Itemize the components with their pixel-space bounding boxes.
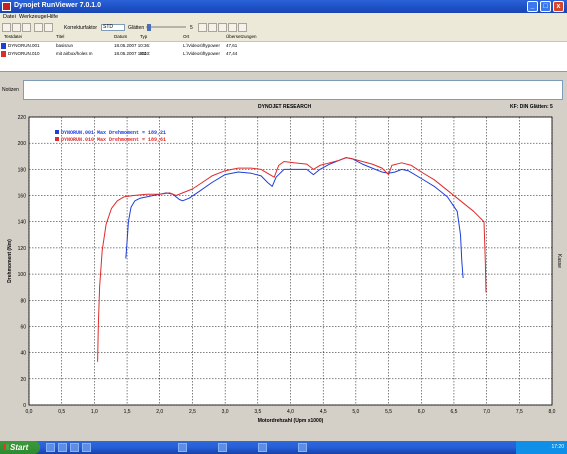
x-tick-label: 3,5 bbox=[254, 409, 261, 415]
taskbar-app-icon[interactable] bbox=[58, 443, 67, 452]
right-axis-label: Kasse bbox=[556, 254, 562, 268]
clock: 17:20 bbox=[551, 444, 564, 450]
y-tick-label: 220 bbox=[18, 115, 27, 121]
x-tick-label: 4,5 bbox=[320, 409, 327, 415]
legend-entry: DYNORUN.010 Max Drehmoment = 189,61 bbox=[61, 137, 166, 143]
x-tick-label: 5,5 bbox=[385, 409, 392, 415]
taskbar-app-icon[interactable] bbox=[46, 443, 55, 452]
y-tick-label: 180 bbox=[18, 167, 27, 173]
legend-entry: DYNORUN.001 Max Drehmoment = 189,21 bbox=[61, 130, 166, 136]
y-tick-label: 80 bbox=[20, 298, 26, 304]
system-tray: 17:20 bbox=[516, 441, 567, 454]
legend-swatch bbox=[55, 137, 59, 141]
x-tick-label: 1,5 bbox=[124, 409, 131, 415]
x-tick-label: 5,0 bbox=[352, 409, 359, 415]
x-axis-label: Motordrehzahl (Upm x1000) bbox=[258, 418, 324, 424]
y-tick-label: 140 bbox=[18, 220, 27, 226]
y-tick-label: 40 bbox=[20, 351, 26, 357]
taskbar-app-icon[interactable] bbox=[178, 443, 187, 452]
dyno-chart: 0204060801001201401601802002200,0 0,5 1,0 1… bbox=[7, 115, 562, 424]
x-tick-label: 7,0 bbox=[483, 409, 490, 415]
x-tick-label: 0,0 bbox=[26, 409, 33, 415]
x-tick-label: 1,0 bbox=[91, 409, 98, 415]
x-tick-label: 7,5 bbox=[516, 409, 523, 415]
taskbar-app-icon[interactable] bbox=[82, 443, 91, 452]
y-tick-label: 100 bbox=[18, 272, 27, 278]
x-tick-label: 4,0 bbox=[287, 409, 294, 415]
y-tick-label: 20 bbox=[20, 377, 26, 383]
taskbar-app-icon[interactable] bbox=[258, 443, 267, 452]
taskbar-app-icon[interactable] bbox=[298, 443, 307, 452]
taskbar-app-icon[interactable] bbox=[218, 443, 227, 452]
x-tick-label: 6,0 bbox=[418, 409, 425, 415]
legend-swatch bbox=[55, 130, 59, 134]
y-axis-label: Drehmoment (Nm) bbox=[7, 239, 13, 283]
y-tick-label: 200 bbox=[18, 141, 27, 147]
x-tick-label: 2,5 bbox=[189, 409, 196, 415]
windows-logo-icon bbox=[3, 444, 9, 450]
taskbar-app-icon[interactable] bbox=[70, 443, 79, 452]
x-tick-label: 0,5 bbox=[58, 409, 65, 415]
x-tick-label: 2,0 bbox=[156, 409, 163, 415]
y-tick-label: 120 bbox=[18, 246, 27, 252]
y-tick-label: 160 bbox=[18, 194, 27, 200]
y-tick-label: 60 bbox=[20, 324, 26, 330]
x-tick-label: 3,0 bbox=[222, 409, 229, 415]
x-tick-label: 8,0 bbox=[549, 409, 556, 415]
x-tick-label: 6,5 bbox=[450, 409, 457, 415]
